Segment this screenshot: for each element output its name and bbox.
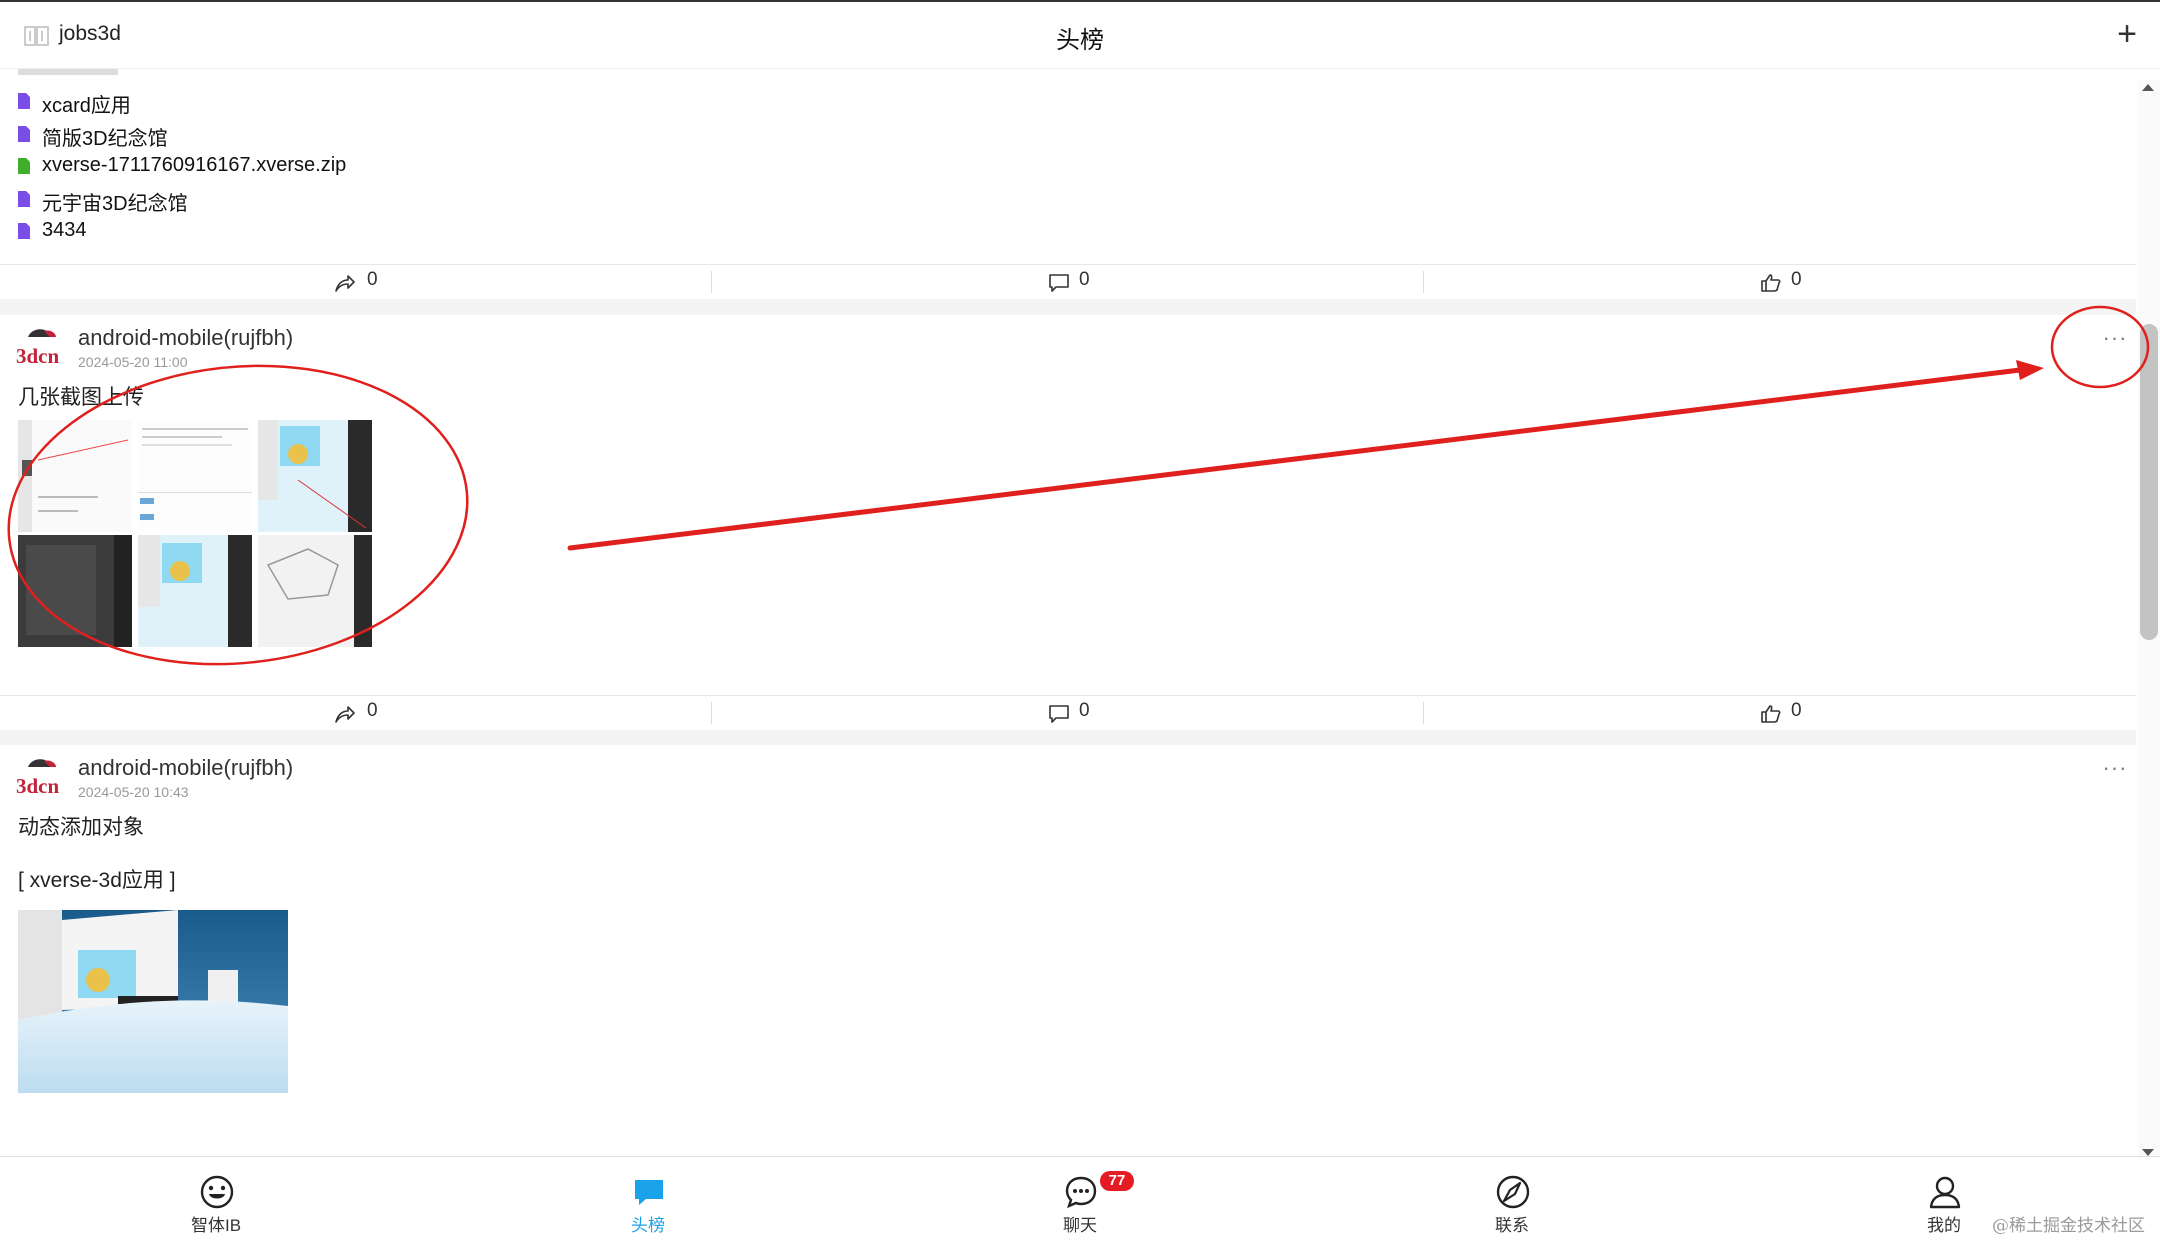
post-author[interactable]: android-mobile(rujfbh) xyxy=(78,755,293,781)
like-button[interactable]: 0 xyxy=(1424,265,2135,299)
feed-scrollbar[interactable] xyxy=(2138,80,2160,1158)
post-image-1[interactable] xyxy=(18,420,132,532)
thumbs-up-icon xyxy=(1760,273,1782,293)
scroll-down-arrow-icon[interactable] xyxy=(2142,1149,2154,1156)
post-time: 2024-05-20 11:00 xyxy=(78,354,188,370)
post-image-cover[interactable] xyxy=(18,910,288,1093)
like-count: 0 xyxy=(1791,269,1802,290)
file-name: xverse-1711760916167.xverse.zip xyxy=(42,154,347,176)
feed-list: xcard应用 简版3D纪念馆 xverse-1711760916167.xve… xyxy=(0,69,2136,1155)
compass-icon xyxy=(1496,1175,1530,1209)
file-icon xyxy=(18,191,30,207)
tab-toubang[interactable]: 头榜 xyxy=(548,1157,748,1240)
like-button[interactable]: 0 xyxy=(1424,696,2135,730)
post-author[interactable]: android-mobile(rujfbh) xyxy=(78,325,293,351)
file-name: 3434 xyxy=(42,219,87,241)
watermark: @稀土掘金技术社区 xyxy=(1992,1216,2145,1236)
avatar[interactable]: 3dcn xyxy=(14,753,68,803)
user-icon xyxy=(1928,1175,1962,1209)
comment-button[interactable]: 0 xyxy=(712,696,1423,730)
file-name: 元宇宙3D纪念馆 xyxy=(42,193,188,215)
file-name: 简版3D纪念馆 xyxy=(42,128,168,150)
file-icon xyxy=(18,126,30,142)
share-count: 0 xyxy=(367,700,378,721)
post-card-2: 3dcn android-mobile(rujfbh) 2024-05-20 1… xyxy=(0,315,2136,730)
post-actions: 0 0 0 xyxy=(0,695,2136,730)
clipped-row xyxy=(18,69,118,75)
post-image-4[interactable] xyxy=(18,535,132,647)
more-options-button[interactable]: ··· xyxy=(2100,325,2130,351)
more-options-button[interactable]: ··· xyxy=(2100,755,2130,781)
post-card-1: xcard应用 简版3D纪念馆 xverse-1711760916167.xve… xyxy=(0,69,2136,299)
like-count: 0 xyxy=(1791,700,1802,721)
unread-badge: 77 xyxy=(1100,1171,1134,1191)
tab-contacts[interactable]: 联系 xyxy=(1412,1157,1612,1240)
post-actions: 0 0 0 xyxy=(0,264,2136,299)
share-button[interactable]: 0 xyxy=(0,696,711,730)
tab-label: 聊天 xyxy=(1063,1216,1097,1235)
share-count: 0 xyxy=(367,269,378,290)
header-bar: jobs3d 头榜 + xyxy=(0,2,2160,69)
add-button[interactable]: + xyxy=(2110,14,2144,54)
post-image-2[interactable] xyxy=(138,420,252,532)
chat-icon xyxy=(1064,1175,1098,1209)
thumbs-up-icon xyxy=(1760,704,1782,724)
post-time: 2024-05-20 10:43 xyxy=(78,784,189,800)
post-card-3: 3dcn android-mobile(rujfbh) 2024-05-20 1… xyxy=(0,745,2136,1155)
scroll-up-arrow-icon[interactable] xyxy=(2142,84,2154,91)
share-icon xyxy=(334,273,356,293)
chat-bubble-icon xyxy=(632,1175,666,1209)
share-button[interactable]: 0 xyxy=(0,265,711,299)
avatar-label: 3dcn xyxy=(16,774,60,798)
post-image-5[interactable] xyxy=(138,535,252,647)
comment-icon xyxy=(1048,273,1070,293)
tab-chat[interactable]: 77 聊天 xyxy=(980,1157,1180,1240)
smiley-icon xyxy=(200,1175,234,1209)
comment-count: 0 xyxy=(1079,269,1090,290)
tab-label: 联系 xyxy=(1495,1216,1529,1235)
post-image-3[interactable] xyxy=(258,420,372,532)
post-image-6[interactable] xyxy=(258,535,372,647)
comment-icon xyxy=(1048,704,1070,724)
avatar[interactable]: 3dcn xyxy=(14,323,68,373)
page-title: 头榜 xyxy=(1056,27,1104,54)
app-link[interactable]: [ xverse-3d应用 ] xyxy=(18,864,176,894)
comment-button[interactable]: 0 xyxy=(712,265,1423,299)
bottom-tab-bar: 智体IB 头榜 77 聊天 联系 我的 xyxy=(0,1156,2160,1240)
file-icon xyxy=(18,223,30,239)
tab-label: 智体IB xyxy=(190,1216,242,1235)
zip-file-icon xyxy=(18,158,30,174)
tab-zhiti-ib[interactable]: 智体IB xyxy=(116,1157,316,1240)
file-name: xcard应用 xyxy=(42,95,131,117)
share-icon xyxy=(334,704,356,724)
tab-label: 头榜 xyxy=(631,1216,665,1235)
avatar-label: 3dcn xyxy=(16,344,60,368)
post-text: 几张截图上传 xyxy=(18,386,144,409)
post-text: 动态添加对象 xyxy=(18,816,144,839)
file-icon xyxy=(18,93,30,109)
scrollbar-thumb[interactable] xyxy=(2140,324,2158,640)
comment-count: 0 xyxy=(1079,700,1090,721)
